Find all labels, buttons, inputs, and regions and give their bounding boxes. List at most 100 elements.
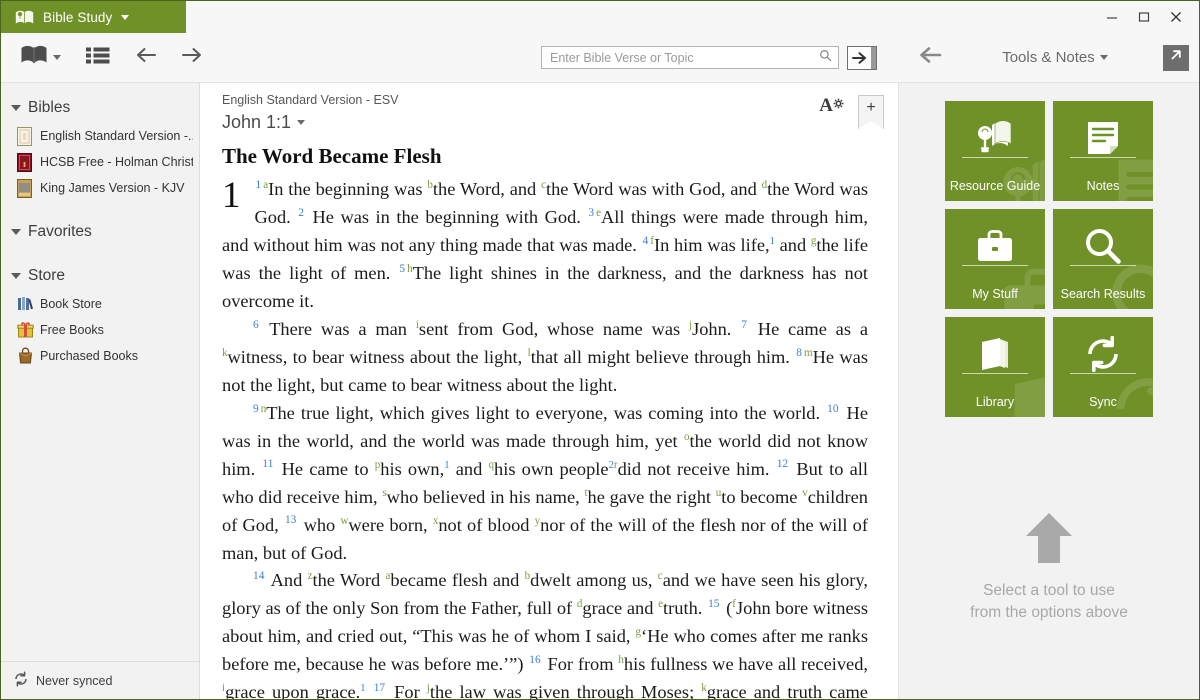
cross-reference-marker[interactable]: m	[804, 347, 813, 359]
cross-reference-marker[interactable]: h	[618, 654, 624, 666]
navigate-back-button[interactable]	[130, 42, 162, 73]
cross-reference-marker[interactable]: b	[427, 179, 433, 191]
tool-tile-search-results[interactable]: Search Results	[1053, 209, 1153, 309]
verse-number[interactable]: 4	[643, 235, 649, 247]
cross-reference-marker[interactable]: i	[222, 682, 225, 694]
footnote-marker[interactable]: 1	[360, 682, 365, 694]
chapter-number: 1	[222, 174, 241, 216]
tools-back-button[interactable]	[913, 42, 947, 73]
cross-reference-marker[interactable]: p	[375, 458, 381, 470]
chevron-down-icon	[11, 105, 21, 111]
cross-reference-marker[interactable]: k	[222, 347, 228, 359]
cross-reference-marker[interactable]: q	[489, 458, 495, 470]
cross-reference-marker[interactable]: a	[263, 179, 268, 191]
sidebar-section-favorites[interactable]: Favorites	[1, 217, 199, 247]
cross-reference-marker[interactable]: n	[261, 403, 267, 415]
sidebar-item-book-store[interactable]: Book Store	[1, 291, 199, 317]
cross-reference-marker[interactable]: r	[614, 458, 618, 470]
sidebar-item-label: Free Books	[40, 323, 104, 337]
verse-number[interactable]: 9	[253, 403, 259, 415]
books-blue-icon	[17, 295, 33, 314]
cross-reference-marker[interactable]: a	[386, 570, 391, 582]
cross-reference-marker[interactable]: c	[658, 570, 663, 582]
footnote-marker[interactable]: 1	[444, 458, 449, 470]
sidebar-item-king-james-version-kjv[interactable]: King James Version - KJV	[1, 175, 199, 201]
verse-number[interactable]: 15	[708, 598, 719, 610]
sidebar-section-store[interactable]: Store	[1, 261, 199, 291]
cross-reference-marker[interactable]: l	[528, 347, 531, 359]
tool-tile-my-stuff[interactable]: My Stuff	[945, 209, 1045, 309]
gear-icon	[833, 93, 844, 115]
scripture-text[interactable]: The Word Became Flesh 1 1 aIn the beginni…	[200, 133, 898, 699]
cross-reference-marker[interactable]: t	[584, 486, 587, 498]
footnote-marker[interactable]: 1	[770, 235, 775, 247]
cross-reference-marker[interactable]: g	[811, 235, 817, 247]
verse-number[interactable]: 14	[253, 570, 264, 582]
tool-tile-notes[interactable]: Notes	[1053, 101, 1153, 201]
verse-number[interactable]: 17	[374, 682, 385, 694]
verse-number[interactable]: 3	[588, 207, 594, 219]
cross-reference-marker[interactable]: k	[701, 682, 707, 694]
cross-reference-marker[interactable]: b	[525, 570, 531, 582]
cross-reference-marker[interactable]: w	[340, 514, 348, 526]
sidebar-item-free-books[interactable]: Free Books	[1, 317, 199, 343]
search-go-button[interactable]	[847, 45, 877, 70]
empty-state-line-2: from the options above	[970, 604, 1128, 621]
tool-tile-resource-guide[interactable]: Resource Guide	[945, 101, 1045, 201]
cross-reference-marker[interactable]: g	[635, 626, 641, 638]
cross-reference-marker[interactable]: x	[433, 514, 439, 526]
passage-reference-menu[interactable]: John 1:1	[222, 112, 819, 133]
verse-number[interactable]: 13	[285, 514, 296, 526]
cross-reference-marker[interactable]: z	[308, 570, 313, 582]
book-selector-button[interactable]	[15, 40, 66, 75]
add-bookmark-button[interactable]: +	[858, 95, 884, 129]
verse-number[interactable]: 1	[256, 179, 262, 191]
maximize-button[interactable]	[1129, 4, 1159, 30]
search-input[interactable]	[550, 50, 819, 65]
cross-reference-marker[interactable]: j	[427, 682, 430, 694]
cross-reference-marker[interactable]: e	[596, 207, 601, 219]
tool-tile-library[interactable]: Library	[945, 317, 1045, 417]
verse-number[interactable]: 10	[827, 403, 838, 415]
cross-reference-marker[interactable]: j	[689, 319, 692, 331]
close-button[interactable]	[1161, 4, 1191, 30]
tools-panel-title-menu[interactable]: Tools & Notes	[947, 49, 1163, 66]
verse-number[interactable]: 6	[253, 319, 259, 331]
contents-list-button[interactable]	[80, 41, 116, 74]
cross-reference-marker[interactable]: d	[577, 598, 583, 610]
cross-reference-marker[interactable]: h	[407, 263, 413, 275]
sidebar-item-hcsb-free-holman-christ[interactable]: HCSB Free - Holman Christ...	[1, 149, 199, 175]
sidebar-item-english-standard-version[interactable]: English Standard Version -...	[1, 123, 199, 149]
sync-status-bar[interactable]: Never synced	[1, 661, 199, 699]
arrow-right-icon	[181, 46, 203, 69]
verse-number[interactable]: 8	[796, 347, 802, 359]
cross-reference-marker[interactable]: y	[535, 514, 541, 526]
cross-reference-marker[interactable]: f	[650, 235, 654, 247]
verse-number[interactable]: 5	[399, 263, 405, 275]
minimize-button[interactable]	[1097, 4, 1127, 30]
popout-button[interactable]	[1163, 44, 1189, 71]
verse-number[interactable]: 7	[741, 319, 747, 331]
cross-reference-marker[interactable]: s	[382, 486, 386, 498]
cross-reference-marker[interactable]: f	[732, 598, 736, 610]
verse-number[interactable]: 16	[529, 654, 540, 666]
tool-tile-sync[interactable]: Sync	[1053, 317, 1153, 417]
search-box[interactable]	[541, 46, 839, 69]
cross-reference-marker[interactable]: d	[762, 179, 768, 191]
passage-title: The Word Became Flesh	[222, 144, 442, 168]
cross-reference-marker[interactable]: v	[802, 486, 808, 498]
brand-menu[interactable]: Bible Study	[1, 1, 186, 33]
cross-reference-marker[interactable]: o	[684, 431, 690, 443]
cross-reference-marker[interactable]: e	[658, 598, 663, 610]
text-settings-button[interactable]: A	[819, 95, 844, 117]
passage-paragraph: 14 And zthe Word abecame flesh and bdwel…	[222, 570, 869, 699]
cross-reference-marker[interactable]: c	[541, 179, 546, 191]
cross-reference-marker[interactable]: i	[416, 319, 419, 331]
navigate-forward-button[interactable]	[176, 42, 208, 73]
verse-number[interactable]: 12	[777, 458, 788, 470]
cross-reference-marker[interactable]: u	[716, 486, 722, 498]
verse-number[interactable]: 11	[262, 458, 273, 470]
sidebar-section-bibles[interactable]: Bibles	[1, 93, 199, 123]
sidebar-item-purchased-books[interactable]: Purchased Books	[1, 343, 199, 369]
verse-number[interactable]: 2	[298, 207, 304, 219]
